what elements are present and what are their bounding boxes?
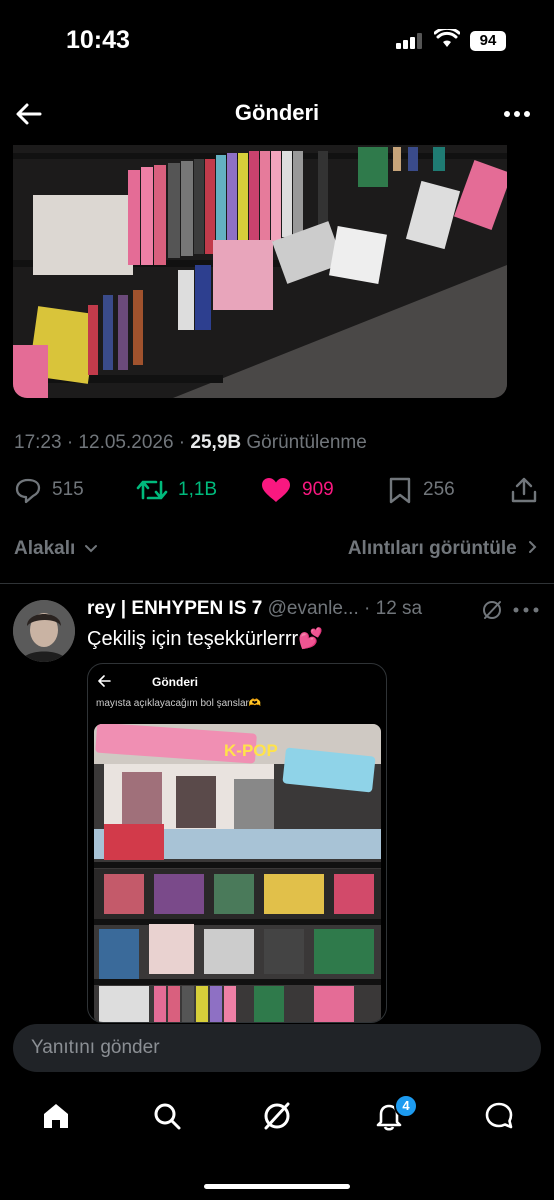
reply-time: · 12 sa	[358, 598, 423, 619]
embed-photo: K-POP	[94, 724, 381, 1022]
replies-sort-row: Alakalı Alıntıları görüntüle	[0, 536, 554, 566]
embed-title: Gönderi	[152, 675, 199, 689]
repost-icon	[136, 480, 168, 500]
reply-composer[interactable]: Yanıtını gönder	[13, 1024, 541, 1072]
reply-author-handle[interactable]: @evanle...	[262, 598, 359, 619]
chevron-right-icon	[529, 541, 537, 553]
reply-text: Çekiliş için teşekkürlerrr💕	[87, 628, 324, 650]
repost-count: 1,1B	[178, 479, 218, 500]
reply-image[interactable]: Gönderi mayısta açıklayacağım bol şansla…	[87, 663, 387, 1023]
home-indicator	[204, 1184, 350, 1189]
status-time: 10:43	[66, 26, 130, 54]
chevron-down-icon	[84, 545, 97, 553]
grok-icon[interactable]	[261, 1100, 293, 1132]
wifi-icon	[434, 29, 460, 47]
page-title: Gönderi	[234, 100, 320, 125]
bookmark-count: 256	[423, 479, 455, 500]
reply-placeholder: Yanıtını gönder	[31, 1037, 160, 1058]
status-bar: 10:43 94	[0, 0, 554, 80]
reply-button[interactable]: 515	[14, 476, 84, 504]
divider	[0, 583, 554, 584]
search-icon[interactable]	[151, 1100, 183, 1132]
bookmark-button[interactable]: 256	[387, 476, 455, 504]
post-meta: 17:23 · 12.05.2026 · 25,9B Görüntülenme	[14, 432, 367, 454]
like-count: 909	[302, 479, 334, 500]
view-quotes-link[interactable]: Alıntıları görüntüle	[348, 538, 538, 560]
post-actions: 515 1,1B 909 256	[0, 472, 554, 512]
battery-indicator: 94	[470, 31, 506, 51]
avatar[interactable]	[13, 600, 75, 662]
view-quotes-label: Alıntıları görüntüle	[347, 538, 517, 559]
views-label: Görüntülenme	[241, 432, 367, 453]
reply-header: rey | ENHYPEN IS 7 @evanle... · 12 sa	[87, 598, 547, 620]
avatar-image	[13, 600, 75, 662]
reply-icon	[15, 478, 41, 504]
arrow-left-icon	[98, 675, 111, 687]
reply-author-name[interactable]: rey | ENHYPEN IS 7	[87, 598, 262, 619]
post-timestamp: 17:23 · 12.05.2026 ·	[14, 432, 191, 453]
sort-label: Alakalı	[14, 538, 76, 559]
banner-text: K-POP	[224, 741, 278, 760]
embed-caption: mayısta açıklayacağım bol şanslar🫶	[96, 698, 262, 709]
store-shelf-image: K-POP	[94, 724, 381, 1022]
repost-button[interactable]: 1,1B	[136, 476, 217, 504]
bookmark-icon	[389, 477, 411, 504]
messages-icon[interactable]	[483, 1100, 515, 1132]
embed-header: Gönderi	[88, 664, 386, 700]
more-horizontal-icon[interactable]	[502, 104, 532, 124]
share-icon	[511, 477, 537, 503]
notification-badge: 4	[394, 1094, 418, 1118]
top-header: Gönderi	[0, 88, 554, 140]
views-count: 25,9B	[190, 432, 242, 453]
share-button[interactable]	[510, 476, 538, 504]
cellular-signal-icon	[396, 33, 422, 49]
bottom-tab-bar	[0, 1088, 554, 1148]
reply-count: 515	[52, 479, 84, 500]
post-photo[interactable]	[13, 145, 507, 398]
more-horizontal-icon[interactable]	[512, 606, 542, 614]
like-button[interactable]: 909	[260, 476, 334, 504]
sort-dropdown[interactable]: Alakalı	[14, 538, 98, 560]
heart-filled-icon	[262, 478, 290, 502]
album-shelf-image	[13, 145, 507, 398]
home-icon[interactable]	[40, 1100, 72, 1132]
grok-icon[interactable]	[481, 599, 503, 621]
